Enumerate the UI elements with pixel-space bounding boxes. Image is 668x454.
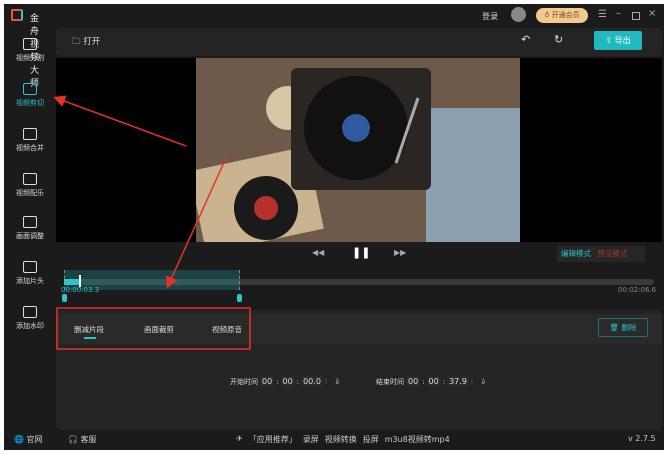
annotation-arrow bbox=[53, 95, 187, 147]
annotation-arrow bbox=[166, 157, 227, 289]
annotation-overlay bbox=[53, 95, 251, 350]
annotation-box bbox=[56, 307, 251, 350]
